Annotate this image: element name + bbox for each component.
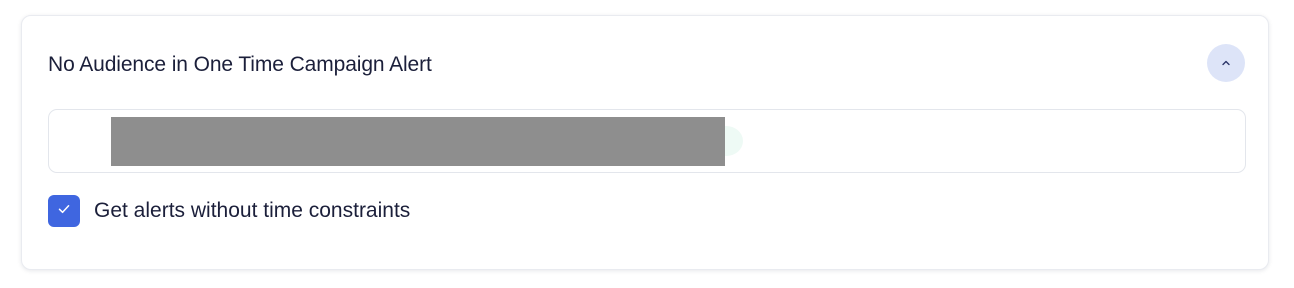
chevron-up-icon (1220, 57, 1232, 69)
checkbox-label: Get alerts without time constraints (94, 199, 411, 222)
alert-settings-card: No Audience in One Time Campaign Alert G… (21, 15, 1269, 270)
no-time-constraints-option[interactable]: Get alerts without time constraints (48, 195, 410, 227)
alert-recipient-field[interactable] (48, 109, 1246, 173)
collapse-button[interactable] (1207, 44, 1245, 82)
alert-title: No Audience in One Time Campaign Alert (48, 53, 432, 76)
no-time-constraints-checkbox[interactable] (48, 195, 80, 227)
checkmark-icon (56, 201, 72, 222)
redacted-content (111, 117, 725, 166)
